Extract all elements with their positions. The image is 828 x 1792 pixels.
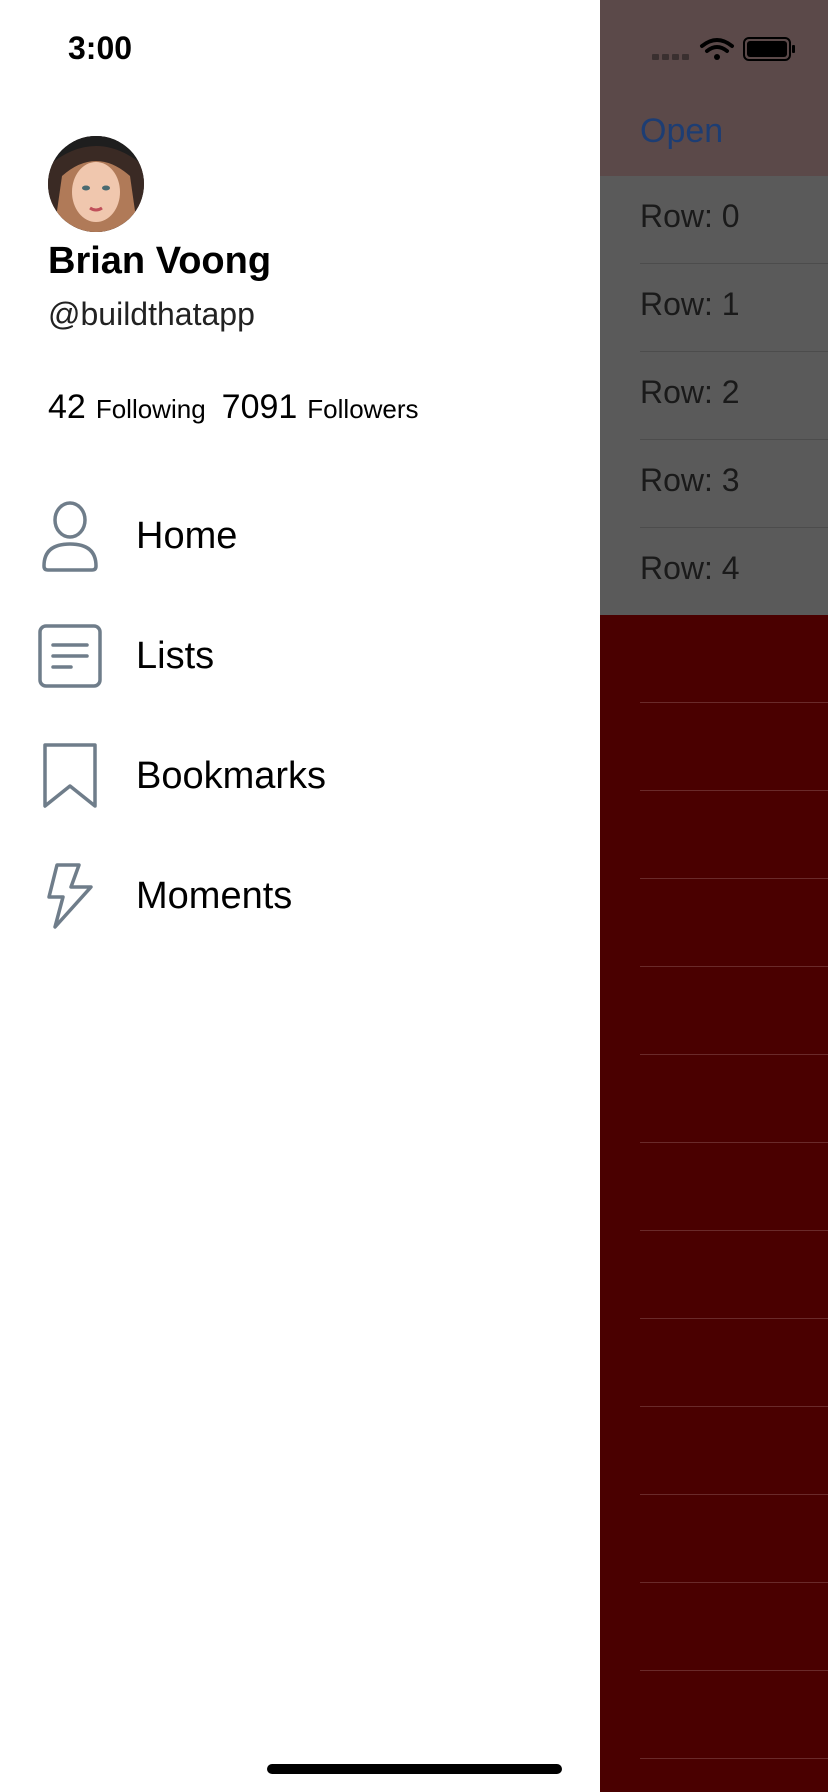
row-separator [640,966,828,967]
table-view: Row: 0 Row: 1 Row: 2 Row: 3 Row: 4 [600,176,828,615]
following-count[interactable]: 42 [48,388,86,427]
table-row[interactable]: Row: 0 [600,176,828,264]
wifi-icon [700,38,734,60]
profile-handle: @buildthatapp [48,296,255,332]
follow-stats: 42 Following 7091 Followers [48,388,425,428]
bookmark-icon [30,736,110,816]
signal-icon [652,54,689,60]
row-separator [640,1406,828,1407]
navigation-bar: Open [600,0,828,176]
row-separator [640,1670,828,1671]
table-row[interactable]: Row: 4 [600,528,828,616]
profile-name: Brian Voong [48,240,272,282]
row-separator [640,1582,828,1583]
lightning-icon [30,856,110,936]
row-separator [640,1230,828,1231]
followers-count[interactable]: 7091 [222,388,298,427]
row-label: Row: 3 [640,462,740,498]
avatar-image [48,136,144,232]
side-drawer: 3:00 Brian Voong @buildthatapp 42 Follow… [0,0,600,1792]
battery-icon [743,37,795,61]
menu-label: Moments [136,874,293,917]
table-row[interactable]: Row: 3 [600,440,828,528]
main-content-overlay[interactable]: Open Row: 0 Row: 1 Row: 2 Row: 3 Row: 4 [600,0,828,1792]
followers-label[interactable]: Followers [307,394,418,425]
row-label: Row: 2 [640,374,740,410]
table-row[interactable]: Row: 2 [600,352,828,440]
menu-item-lists[interactable]: Lists [30,612,570,700]
person-icon [30,496,110,576]
status-time: 3:00 [68,30,133,66]
row-label: Row: 1 [640,286,740,322]
menu-item-bookmarks[interactable]: Bookmarks [30,732,570,820]
menu-label: Lists [136,634,215,677]
list-icon [30,616,110,696]
row-separator [640,1142,828,1143]
menu-item-moments[interactable]: Moments [30,852,570,940]
row-separator [640,1054,828,1055]
avatar[interactable] [48,136,144,232]
row-separator [640,878,828,879]
row-separator [640,1318,828,1319]
following-label[interactable]: Following [96,394,206,425]
menu-label: Bookmarks [136,754,327,797]
row-separator [640,1758,828,1759]
home-indicator[interactable] [267,1764,562,1774]
table-row[interactable]: Row: 1 [600,264,828,352]
row-separator [640,790,828,791]
row-label: Row: 0 [640,198,740,234]
menu-item-home[interactable]: Home [30,492,570,580]
row-label: Row: 4 [640,550,740,586]
status-icons [652,37,795,61]
open-button[interactable]: Open [640,112,723,151]
row-separator [640,1494,828,1495]
menu-label: Home [136,514,238,557]
row-separator [640,702,828,703]
